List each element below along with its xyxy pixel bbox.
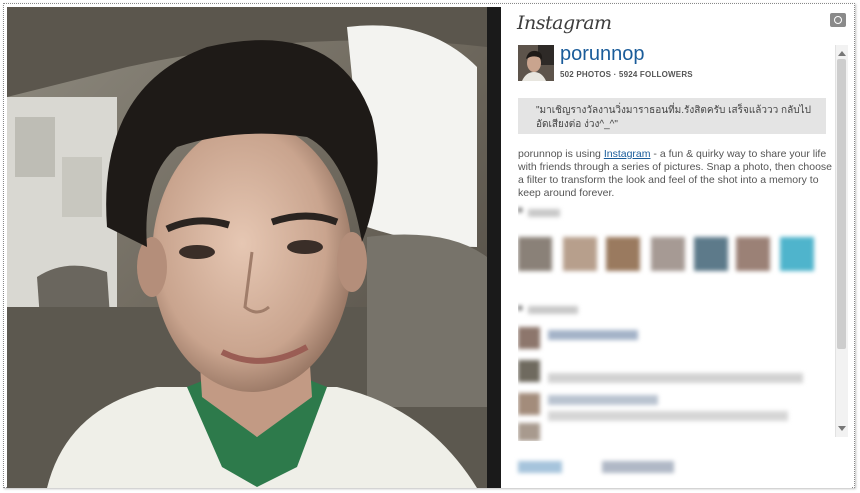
profile-bio: "มาเชิญรางวัลงานวิ่งมาราธอนที่ม.รังสิตคร… <box>518 98 826 134</box>
follower-name[interactable] <box>548 395 658 405</box>
blurred-heading <box>528 209 560 217</box>
follower-name[interactable] <box>548 330 638 340</box>
instagram-logo[interactable]: Instagram <box>517 12 612 34</box>
profile-stats: 502 PHOTOS · 5924 FOLLOWERS <box>560 70 693 79</box>
chevron-down-icon[interactable] <box>838 426 846 431</box>
main-photo[interactable] <box>7 7 487 488</box>
panel-divider <box>487 7 501 488</box>
profile-scroll-area[interactable]: porunnop 502 PHOTOS · 5924 FOLLOWERS "มา… <box>518 43 834 441</box>
follower-name[interactable] <box>548 373 803 383</box>
blurred-bullet <box>518 208 522 212</box>
photo-thumbnail[interactable] <box>780 237 814 271</box>
chevron-up-icon[interactable] <box>838 51 846 56</box>
follower-avatar[interactable] <box>518 393 540 415</box>
photo-thumbnail[interactable] <box>606 237 640 271</box>
blurred-heading <box>528 306 578 314</box>
photo-thumbnail[interactable] <box>736 237 770 271</box>
blurred-bullet <box>518 306 522 310</box>
follower-avatar[interactable] <box>518 360 540 382</box>
photo-thumbnail[interactable] <box>651 237 685 271</box>
photo-thumbnail[interactable] <box>518 237 552 271</box>
profile-username[interactable]: porunnop <box>560 43 645 66</box>
follower-name[interactable] <box>548 411 788 421</box>
profile-description: porunnop is using Instagram - a fun & qu… <box>518 148 834 200</box>
footer-link[interactable] <box>518 461 562 473</box>
photo-thumbnail[interactable] <box>694 237 728 271</box>
camera-icon[interactable] <box>830 13 846 27</box>
description-text-before: porunnop is using <box>518 148 604 160</box>
avatar[interactable] <box>518 45 554 81</box>
main-photo-image <box>7 7 487 488</box>
avatar-image <box>518 45 554 81</box>
photo-thumbnail[interactable] <box>563 237 597 271</box>
scrollbar-thumb[interactable] <box>837 59 846 349</box>
follower-avatar[interactable] <box>518 423 540 441</box>
instagram-link[interactable]: Instagram <box>604 148 651 160</box>
vertical-scrollbar[interactable] <box>835 45 848 437</box>
profile-sidebar: Instagram porunnop 502 PHOTOS · 5924 FOL… <box>501 7 851 488</box>
footer-link[interactable] <box>602 461 674 473</box>
follower-avatar[interactable] <box>518 327 540 349</box>
